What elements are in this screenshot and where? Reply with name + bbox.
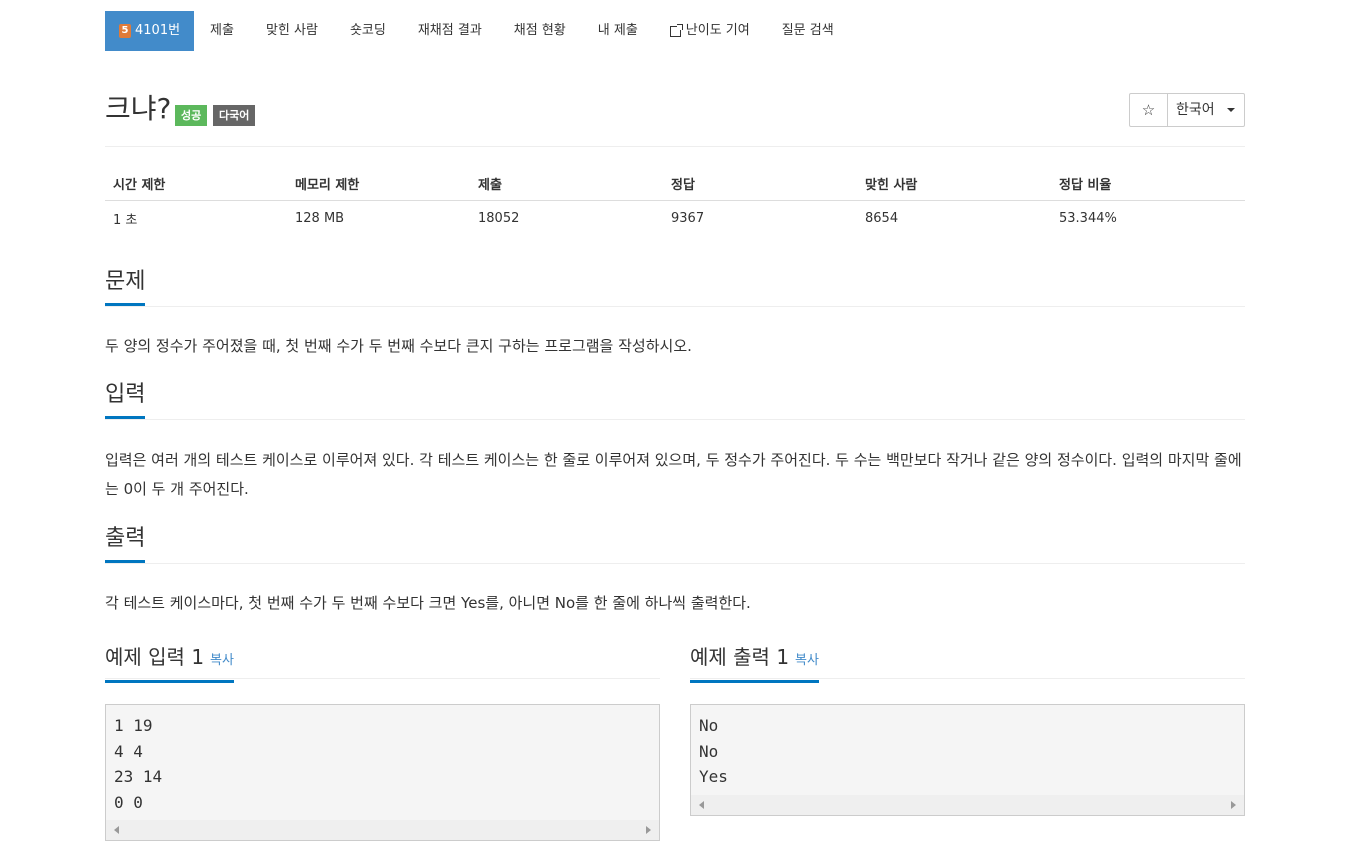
header-accept-ratio: 정답 비율 bbox=[1059, 177, 1112, 193]
tab-question-search[interactable]: 질문 검색 bbox=[766, 11, 850, 51]
example-title: 예제 입력 1 복사 bbox=[105, 640, 234, 683]
header-solved-users: 맞힌 사람 bbox=[865, 177, 918, 193]
section-header: 출력 bbox=[105, 524, 1245, 564]
problem-info-table: 시간 제한 메모리 제한 제출 정답 맞힌 사람 정답 비율 1 초 128 M… bbox=[105, 166, 1245, 236]
header-submissions: 제출 bbox=[478, 177, 502, 193]
code-line: 0 0 bbox=[114, 792, 143, 812]
scroll-right-icon[interactable] bbox=[1231, 800, 1236, 809]
problem-title-row: 크냐? 성공 다국어 ☆ 한국어 bbox=[105, 93, 1245, 127]
section-body: 각 테스트 케이스마다, 첫 번째 수가 두 번째 수보다 크면 Yes를, 아… bbox=[105, 594, 751, 612]
header-memory-limit: 메모리 제한 bbox=[295, 177, 360, 193]
success-badge: 성공 bbox=[175, 105, 208, 126]
tab-problem[interactable]: 5 4101번 bbox=[105, 11, 195, 51]
tab-short-coding[interactable]: 숏코딩 bbox=[334, 11, 402, 51]
title-actions: ☆ 한국어 bbox=[1129, 93, 1245, 127]
table-row: 1 초 128 MB 18052 9367 8654 53.344% bbox=[105, 201, 1245, 236]
code-line: Yes bbox=[699, 767, 728, 786]
scroll-left-icon[interactable] bbox=[699, 800, 704, 809]
example-input: 예제 입력 1 복사 1 19 4 4 23 14 0 0 bbox=[105, 640, 660, 841]
code-line: 4 4 bbox=[114, 741, 143, 761]
example-input-code[interactable]: 1 19 4 4 23 14 0 0 bbox=[105, 704, 660, 841]
value-accept-ratio: 53.344% bbox=[1059, 211, 1117, 226]
horizontal-scrollbar[interactable] bbox=[691, 794, 1244, 815]
external-link-icon bbox=[669, 23, 683, 37]
table-header: 시간 제한 메모리 제한 제출 정답 맞힌 사람 정답 비율 bbox=[105, 166, 1245, 201]
example-title: 예제 출력 1 복사 bbox=[690, 640, 819, 683]
header-time-limit: 시간 제한 bbox=[113, 177, 166, 193]
section-title: 출력 bbox=[105, 524, 146, 563]
favorite-star-button[interactable]: ☆ bbox=[1130, 94, 1168, 126]
example-header: 예제 입력 1 복사 bbox=[105, 640, 660, 683]
language-dropdown[interactable]: 한국어 bbox=[1168, 94, 1244, 126]
code-line: No bbox=[699, 716, 719, 735]
code-line: 23 14 bbox=[114, 767, 163, 786]
problem-number: 4101번 bbox=[135, 23, 181, 38]
value-time-limit: 1 초 bbox=[113, 213, 138, 228]
copy-link[interactable]: 복사 bbox=[795, 653, 819, 668]
example-header: 예제 출력 1 복사 bbox=[690, 640, 1245, 683]
problem-title: 크냐? bbox=[105, 92, 172, 125]
section-description: 문제 두 양의 정수가 주어졌을 때, 첫 번째 수가 두 번째 수보다 큰지 … bbox=[105, 267, 1245, 361]
tab-status[interactable]: 채점 현황 bbox=[498, 11, 582, 51]
section-header: 입력 bbox=[105, 380, 1245, 420]
section-title: 문제 bbox=[105, 267, 146, 306]
value-accepted: 9367 bbox=[671, 211, 705, 226]
section-body: 두 양의 정수가 주어졌을 때, 첫 번째 수가 두 번째 수보다 큰지 구하는… bbox=[105, 337, 692, 355]
example-title-text: 예제 출력 1 bbox=[690, 645, 790, 669]
divider bbox=[105, 146, 1245, 147]
scroll-left-icon[interactable] bbox=[114, 826, 119, 834]
section-output: 출력 각 테스트 케이스마다, 첫 번째 수가 두 번째 수보다 크면 Yes를… bbox=[105, 524, 1245, 618]
copy-link[interactable]: 복사 bbox=[210, 653, 234, 668]
tab-solved-users[interactable]: 맞힌 사람 bbox=[250, 11, 334, 51]
example-output-code[interactable]: No No Yes bbox=[690, 704, 1245, 816]
tab-rejudge-results[interactable]: 재채점 결과 bbox=[402, 11, 498, 51]
header-accepted: 정답 bbox=[671, 177, 695, 193]
language-label: 한국어 bbox=[1176, 102, 1215, 118]
section-body: 입력은 여러 개의 테스트 케이스로 이루어져 있다. 각 테스트 케이스는 한… bbox=[105, 451, 1242, 498]
tab-difficulty-label: 난이도 기여 bbox=[685, 23, 750, 38]
section-header: 문제 bbox=[105, 267, 1245, 307]
tier-badge-icon: 5 bbox=[119, 24, 131, 38]
example-title-text: 예제 입력 1 bbox=[105, 645, 205, 669]
example-output: 예제 출력 1 복사 No No Yes bbox=[690, 640, 1245, 816]
value-submissions: 18052 bbox=[478, 211, 520, 226]
multilang-badge: 다국어 bbox=[213, 105, 256, 126]
code-line: No bbox=[699, 741, 719, 761]
caret-down-icon bbox=[1227, 108, 1235, 112]
horizontal-scrollbar[interactable] bbox=[106, 820, 659, 840]
tab-submit[interactable]: 제출 bbox=[194, 11, 250, 51]
tab-difficulty-contribution[interactable]: 난이도 기여 bbox=[654, 11, 766, 51]
section-input: 입력 입력은 여러 개의 테스트 케이스로 이루어져 있다. 각 테스트 케이스… bbox=[105, 380, 1245, 504]
value-memory-limit: 128 MB bbox=[295, 211, 345, 226]
tab-my-submissions[interactable]: 내 제출 bbox=[582, 11, 654, 51]
scroll-right-icon[interactable] bbox=[646, 826, 651, 834]
problem-nav: 5 4101번 제출 맞힌 사람 숏코딩 재채점 결과 채점 현황 내 제출 난… bbox=[105, 11, 850, 51]
section-title: 입력 bbox=[105, 380, 146, 419]
code-line: 1 19 bbox=[114, 716, 153, 735]
value-solved-users: 8654 bbox=[865, 211, 899, 226]
